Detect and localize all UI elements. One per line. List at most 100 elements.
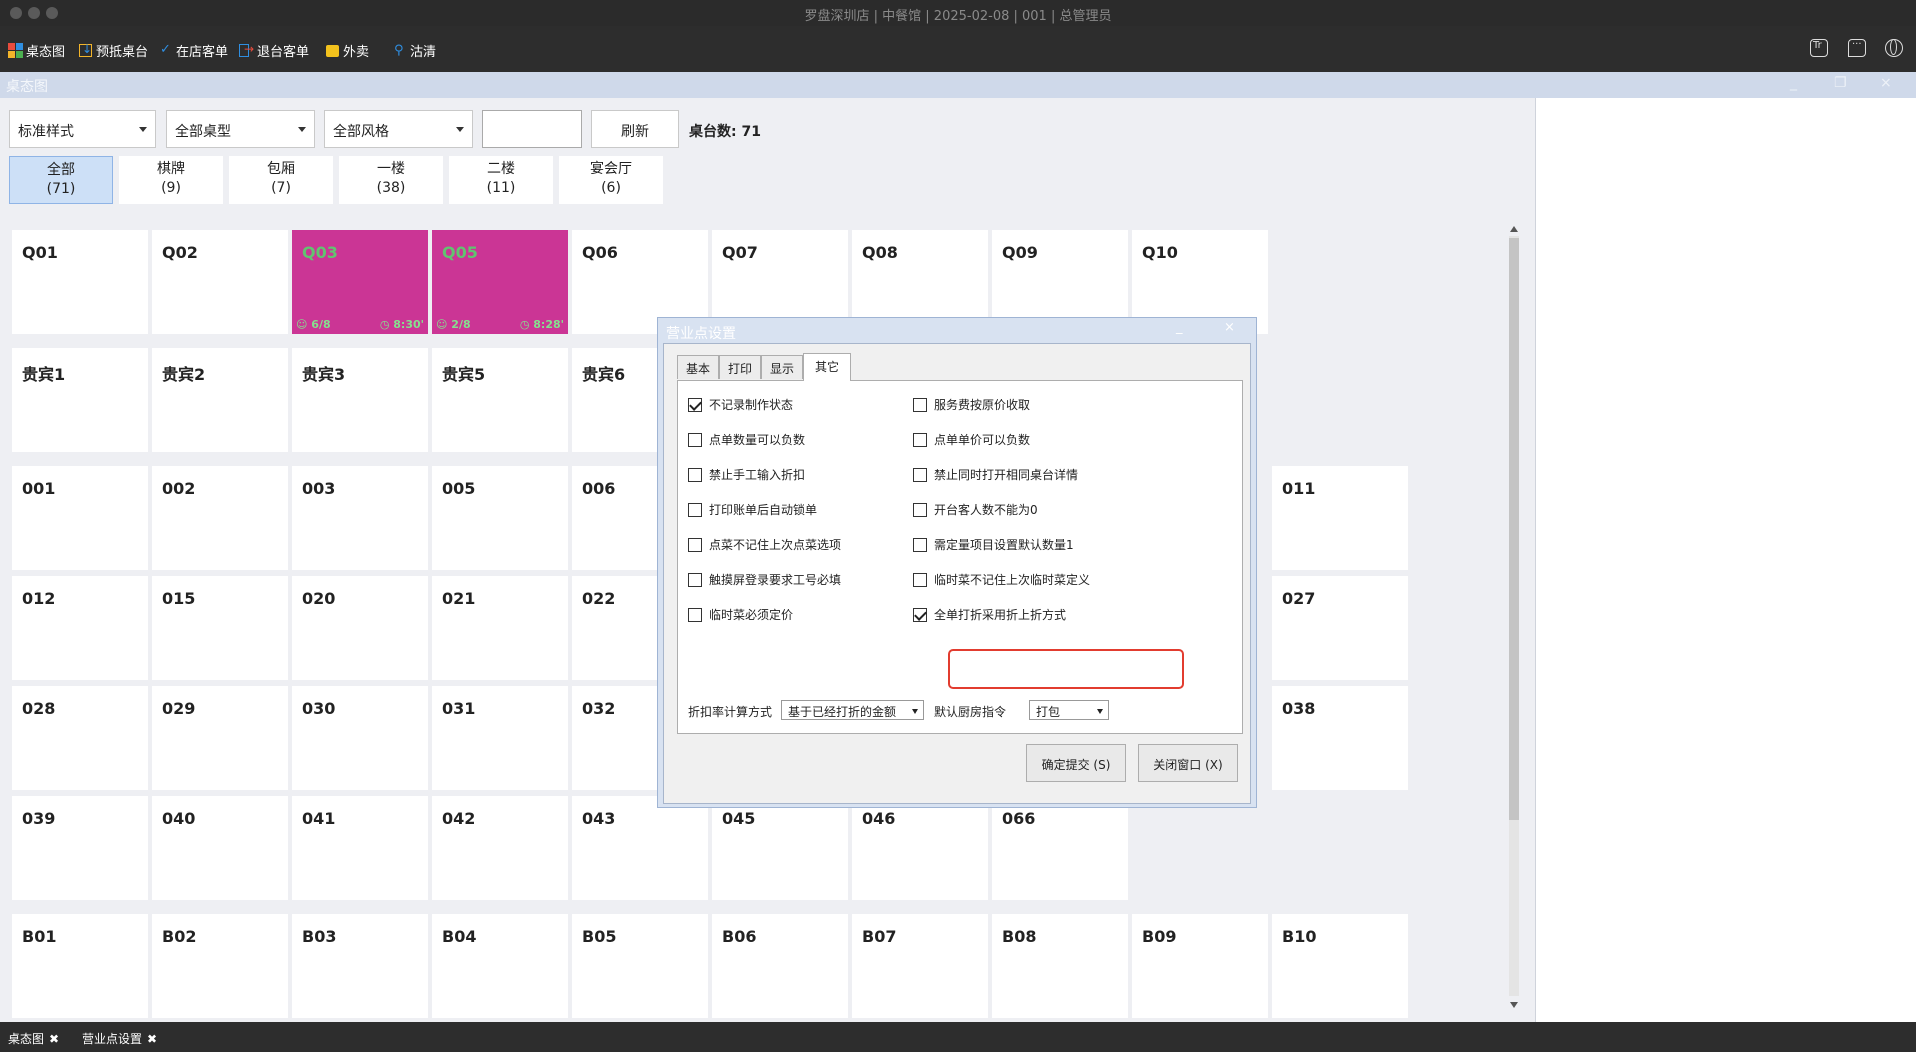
table-tile[interactable]: 043 bbox=[572, 796, 708, 900]
kitchen-command-select[interactable]: 打包 bbox=[1029, 700, 1109, 720]
option-checkbox[interactable]: 禁止同时打开相同桌台详情 bbox=[913, 466, 1078, 483]
checkbox-unchecked-icon[interactable] bbox=[688, 607, 702, 622]
toolbar-in-store-orders[interactable]: ✓ 在店客单 bbox=[158, 41, 228, 61]
checkbox-unchecked-icon[interactable] bbox=[913, 432, 927, 447]
table-tile[interactable]: 贵宾1 bbox=[12, 348, 148, 452]
option-checkbox[interactable]: 全单打折采用折上折方式 bbox=[913, 606, 1066, 623]
area-tab[interactable]: 二楼 (11) bbox=[449, 156, 553, 204]
vertical-scrollbar[interactable] bbox=[1506, 224, 1520, 1008]
panel-close-button[interactable]: × bbox=[1880, 75, 1892, 91]
option-checkbox[interactable]: 触摸屏登录要求工号必填 bbox=[688, 571, 841, 588]
table-tile[interactable]: 005 bbox=[432, 466, 568, 570]
tab-basic[interactable]: 基本 bbox=[677, 355, 719, 379]
checkbox-checked-icon[interactable] bbox=[913, 607, 927, 622]
toolbar-floor-plan[interactable]: 桌态图 bbox=[8, 41, 65, 60]
table-tile[interactable]: 031 bbox=[432, 686, 568, 790]
scroll-down-icon[interactable] bbox=[1510, 1002, 1518, 1008]
option-checkbox[interactable]: 点菜不记住上次点菜选项 bbox=[688, 536, 841, 553]
table-tile[interactable]: 012 bbox=[12, 576, 148, 680]
table-tile[interactable]: 003 bbox=[292, 466, 428, 570]
dialog-minimize-button[interactable]: _ bbox=[1176, 320, 1183, 335]
table-tile[interactable]: B08 bbox=[992, 914, 1128, 1018]
panel-restore-button[interactable]: ❐ bbox=[1834, 75, 1847, 91]
option-checkbox[interactable]: 打印账单后自动锁单 bbox=[688, 501, 817, 518]
table-tile[interactable]: 贵宾5 bbox=[432, 348, 568, 452]
table-tile[interactable]: 041 bbox=[292, 796, 428, 900]
table-tile[interactable]: 贵宾3 bbox=[292, 348, 428, 452]
tab-display[interactable]: 显示 bbox=[761, 355, 803, 379]
option-checkbox[interactable]: 禁止手工输入折扣 bbox=[688, 466, 805, 483]
table-tile[interactable]: B10 bbox=[1272, 914, 1408, 1018]
checkbox-checked-icon[interactable] bbox=[688, 397, 702, 412]
table-tile[interactable]: B02 bbox=[152, 914, 288, 1018]
option-checkbox[interactable]: 点单单价可以负数 bbox=[913, 431, 1030, 448]
table-tile[interactable]: 011 bbox=[1272, 466, 1408, 570]
table-tile[interactable]: 020 bbox=[292, 576, 428, 680]
area-tab[interactable]: 包厢 (7) bbox=[229, 156, 333, 204]
table-tile[interactable]: Q05 ☺ 2/8 ◷ 8:28' bbox=[432, 230, 568, 334]
table-tile[interactable]: 001 bbox=[12, 466, 148, 570]
option-checkbox[interactable]: 开台客人数不能为0 bbox=[913, 501, 1038, 518]
area-tab[interactable]: 一楼 (38) bbox=[339, 156, 443, 204]
area-tab[interactable]: 全部 (71) bbox=[9, 156, 113, 204]
close-window-button[interactable]: 关闭窗口 (X) bbox=[1138, 744, 1238, 782]
table-tile[interactable]: 045 bbox=[712, 796, 848, 900]
toolbar-checked-out-orders[interactable]: → 退台客单 bbox=[239, 41, 309, 60]
option-checkbox[interactable]: 服务费按原价收取 bbox=[913, 396, 1030, 413]
option-checkbox[interactable]: 需定量项目设置默认数量1 bbox=[913, 536, 1074, 553]
status-tab-floor-plan[interactable]: 桌态图 ✖ bbox=[8, 1030, 59, 1047]
table-tile[interactable]: Q01 bbox=[12, 230, 148, 334]
dialog-close-button[interactable]: × bbox=[1224, 320, 1235, 335]
style-select[interactable]: 标准样式 bbox=[9, 110, 156, 148]
option-checkbox[interactable]: 点单数量可以负数 bbox=[688, 431, 805, 448]
area-tab[interactable]: 棋牌 (9) bbox=[119, 156, 223, 204]
checkbox-unchecked-icon[interactable] bbox=[688, 467, 702, 482]
globe-icon[interactable] bbox=[1885, 39, 1903, 57]
message-icon[interactable]: ··· bbox=[1848, 39, 1866, 57]
table-tile[interactable]: Q03 ☺ 6/8 ◷ 8:30' bbox=[292, 230, 428, 334]
search-input[interactable] bbox=[482, 110, 582, 148]
option-checkbox[interactable]: 临时菜必须定价 bbox=[688, 606, 793, 623]
text-size-icon[interactable]: Tr bbox=[1810, 39, 1828, 57]
status-tab-settings[interactable]: 营业点设置 ✖ bbox=[82, 1030, 157, 1047]
table-tile[interactable]: B01 bbox=[12, 914, 148, 1018]
option-checkbox[interactable]: 不记录制作状态 bbox=[688, 396, 793, 413]
checkbox-unchecked-icon[interactable] bbox=[688, 502, 702, 517]
table-tile[interactable]: 030 bbox=[292, 686, 428, 790]
panel-minimize-button[interactable]: _ bbox=[1790, 75, 1797, 91]
table-tile[interactable]: 028 bbox=[12, 686, 148, 790]
checkbox-unchecked-icon[interactable] bbox=[913, 502, 927, 517]
checkbox-unchecked-icon[interactable] bbox=[913, 572, 927, 587]
table-tile[interactable]: 029 bbox=[152, 686, 288, 790]
checkbox-unchecked-icon[interactable] bbox=[913, 537, 927, 552]
tab-print[interactable]: 打印 bbox=[719, 355, 761, 379]
close-icon[interactable]: ✖ bbox=[147, 1032, 157, 1046]
submit-button[interactable]: 确定提交 (S) bbox=[1026, 744, 1126, 782]
checkbox-unchecked-icon[interactable] bbox=[688, 432, 702, 447]
scroll-up-icon[interactable] bbox=[1510, 226, 1518, 232]
table-tile[interactable]: Q02 bbox=[152, 230, 288, 334]
toolbar-sold-out[interactable]: ⚲ 沽清 bbox=[392, 41, 436, 61]
table-tile[interactable]: 002 bbox=[152, 466, 288, 570]
table-tile[interactable]: B07 bbox=[852, 914, 988, 1018]
table-tile[interactable]: 046 bbox=[852, 796, 988, 900]
scroll-thumb[interactable] bbox=[1509, 238, 1519, 820]
table-tile[interactable]: B04 bbox=[432, 914, 568, 1018]
table-tile[interactable]: 042 bbox=[432, 796, 568, 900]
table-tile[interactable]: 贵宾2 bbox=[152, 348, 288, 452]
tab-other[interactable]: 其它 bbox=[803, 353, 851, 381]
table-type-select[interactable]: 全部桌型 bbox=[166, 110, 315, 148]
table-tile[interactable]: 066 bbox=[992, 796, 1128, 900]
refresh-button[interactable]: 刷新 bbox=[591, 110, 679, 148]
table-tile[interactable]: B05 bbox=[572, 914, 708, 1018]
table-tile[interactable]: 027 bbox=[1272, 576, 1408, 680]
table-tile[interactable]: B09 bbox=[1132, 914, 1268, 1018]
option-checkbox[interactable]: 临时菜不记住上次临时菜定义 bbox=[913, 571, 1090, 588]
theme-select[interactable]: 全部风格 bbox=[324, 110, 473, 148]
checkbox-unchecked-icon[interactable] bbox=[688, 537, 702, 552]
table-tile[interactable]: 015 bbox=[152, 576, 288, 680]
table-tile[interactable]: 021 bbox=[432, 576, 568, 680]
checkbox-unchecked-icon[interactable] bbox=[913, 467, 927, 482]
toolbar-takeout[interactable]: 外卖 bbox=[325, 41, 369, 60]
area-tab[interactable]: 宴会厅 (6) bbox=[559, 156, 663, 204]
